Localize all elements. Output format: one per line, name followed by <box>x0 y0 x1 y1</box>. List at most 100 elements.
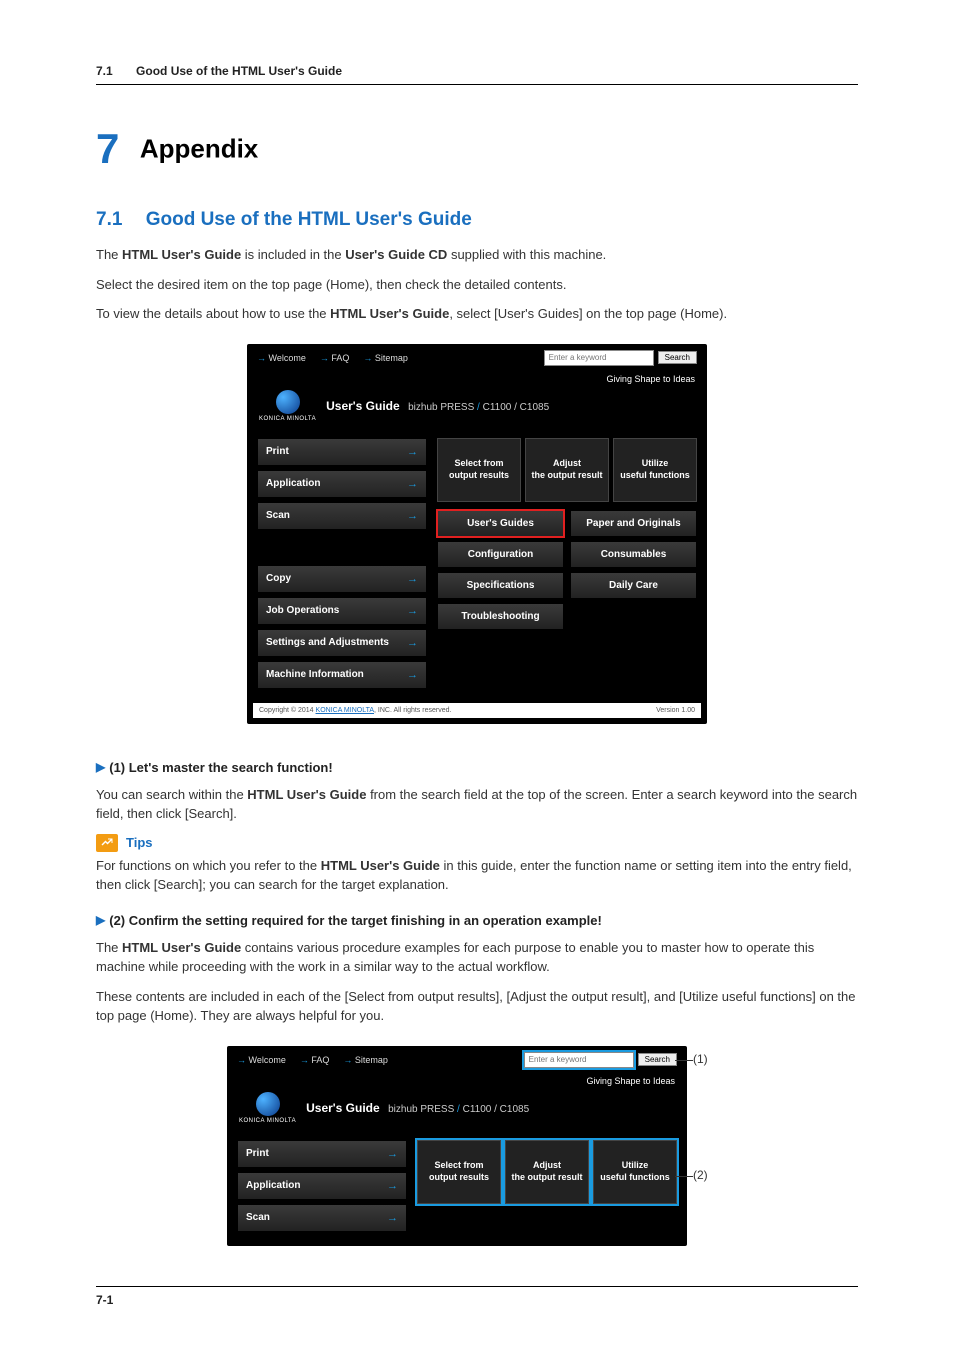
section-heading: 7.1 Good Use of the HTML User's Guide <box>96 209 858 231</box>
header-section-title: Good Use of the HTML User's Guide <box>136 64 342 78</box>
tips-paragraph: For functions on which you refer to the … <box>96 856 858 895</box>
shot-top-bar: Welcome FAQ Sitemap Search <box>247 344 707 372</box>
triangle-bullet-icon: ▶ <box>96 760 105 774</box>
link-sitemap[interactable]: Sitemap <box>363 353 408 363</box>
top-links: Welcome FAQ Sitemap <box>257 353 408 363</box>
link-sitemap[interactable]: Sitemap <box>343 1055 388 1065</box>
search-input[interactable] <box>524 1052 634 1068</box>
feature-select-from[interactable]: Select from output results <box>417 1140 501 1204</box>
arrow-right-icon: → <box>407 669 418 681</box>
guide-title: User's Guide bizhub PRESS / C1100 / C108… <box>306 1099 529 1117</box>
guide-title: User's Guide bizhub PRESS / C1100 / C108… <box>326 397 549 415</box>
btn-configuration[interactable]: Configuration <box>437 541 564 568</box>
km-logo: KONICA MINOLTA <box>239 1092 296 1124</box>
side-print[interactable]: Print→ <box>257 438 427 466</box>
copyright-link[interactable]: KONICA MINOLTA <box>316 707 374 714</box>
arrow-right-icon: → <box>387 1180 398 1192</box>
sub1-heading: ▶ (1) Let's master the search function! <box>96 760 858 775</box>
btn-users-guides[interactable]: User's Guides <box>437 510 564 537</box>
callout-1: (1) <box>693 1052 708 1066</box>
side-scan[interactable]: Scan→ <box>257 502 427 530</box>
tips-block: Tips <box>96 834 858 852</box>
side-job-operations[interactable]: Job Operations→ <box>257 597 427 625</box>
page-footer: 7-1 <box>96 1286 858 1307</box>
km-logo-text: KONICA MINOLTA <box>259 416 316 422</box>
triangle-bullet-icon: ▶ <box>96 913 105 927</box>
section-number: 7.1 <box>96 209 122 230</box>
arrow-right-icon: → <box>387 1212 398 1224</box>
side-machine-info[interactable]: Machine Information→ <box>257 661 427 689</box>
search-input[interactable] <box>544 350 654 366</box>
logo-row: KONICA MINOLTA User's Guide bizhub PRESS… <box>227 1086 687 1136</box>
search-button[interactable]: Search <box>658 351 697 364</box>
callout-2: (2) <box>693 1168 708 1182</box>
btn-troubleshooting[interactable]: Troubleshooting <box>437 603 564 630</box>
search-button[interactable]: Search <box>638 1053 677 1066</box>
feature-select-from[interactable]: Select from output results <box>437 438 521 502</box>
tips-label: Tips <box>126 835 153 850</box>
section-title: Good Use of the HTML User's Guide <box>146 209 472 230</box>
arrow-right-icon: → <box>407 605 418 617</box>
chapter-title: 7 Appendix <box>96 125 858 173</box>
chapter-number: 7 <box>96 125 119 172</box>
running-header: 7.1 Good Use of the HTML User's Guide <box>96 64 858 85</box>
chapter-name: Appendix <box>140 134 258 164</box>
shot-top-bar: Welcome FAQ Sitemap Search <box>227 1046 687 1074</box>
tagline: Giving Shape to Ideas <box>247 372 707 384</box>
shot-footer: Copyright © 2014 KONICA MINOLTA, INC. Al… <box>253 703 701 718</box>
grid-buttons: User's Guides Paper and Originals Config… <box>437 510 697 630</box>
link-welcome[interactable]: Welcome <box>257 353 306 363</box>
feature-utilize[interactable]: Utilize useful functions <box>613 438 697 502</box>
feature-row: Select from output results Adjust the ou… <box>437 438 697 502</box>
btn-consumables[interactable]: Consumables <box>570 541 697 568</box>
globe-icon <box>276 390 300 414</box>
side-column: Print→ Application→ Scan→ <box>237 1140 407 1232</box>
side-application[interactable]: Application→ <box>237 1172 407 1200</box>
arrow-right-icon: → <box>407 478 418 490</box>
arrow-right-icon: → <box>407 510 418 522</box>
link-welcome[interactable]: Welcome <box>237 1055 286 1065</box>
shot-body: Print→ Application→ Scan→ Select from ou… <box>227 1136 687 1240</box>
arrow-right-icon: → <box>387 1148 398 1160</box>
screenshot-figure-2: Welcome FAQ Sitemap Search Giving Shape … <box>96 1046 858 1246</box>
search-area-highlighted: Search <box>524 1052 677 1068</box>
arrow-right-icon: → <box>407 637 418 649</box>
search-area: Search <box>544 350 697 366</box>
intro-paragraph-1: The HTML User's Guide is included in the… <box>96 245 858 265</box>
tagline: Giving Shape to Ideas <box>227 1074 687 1086</box>
link-faq[interactable]: FAQ <box>320 353 350 363</box>
arrow-right-icon: → <box>407 446 418 458</box>
feature-utilize[interactable]: Utilize useful functions <box>593 1140 677 1204</box>
header-section-number: 7.1 <box>96 64 113 78</box>
shot-body: Print→ Application→ Scan→ . Copy→ Job Op… <box>247 434 707 697</box>
globe-icon <box>256 1092 280 1116</box>
page: 7.1 Good Use of the HTML User's Guide 7 … <box>0 0 954 1355</box>
btn-daily-care[interactable]: Daily Care <box>570 572 697 599</box>
guide-subtitle: bizhub PRESS / C1100 / C1085 <box>388 1104 529 1115</box>
sub1-paragraph: You can search within the HTML User's Gu… <box>96 785 858 824</box>
intro-paragraph-2: Select the desired item on the top page … <box>96 275 858 295</box>
copyright: Copyright © 2014 KONICA MINOLTA, INC. Al… <box>259 707 451 714</box>
version-label: Version 1.00 <box>656 707 695 714</box>
link-faq[interactable]: FAQ <box>300 1055 330 1065</box>
top-links: Welcome FAQ Sitemap <box>237 1055 388 1065</box>
right-area: Select from output results Adjust the ou… <box>417 1140 677 1232</box>
screenshot-2: Welcome FAQ Sitemap Search Giving Shape … <box>227 1046 687 1246</box>
arrow-right-icon: → <box>407 573 418 585</box>
km-logo-text: KONICA MINOLTA <box>239 1118 296 1124</box>
km-logo: KONICA MINOLTA <box>259 390 316 422</box>
side-application[interactable]: Application→ <box>257 470 427 498</box>
side-copy[interactable]: Copy→ <box>257 565 427 593</box>
side-column: Print→ Application→ Scan→ . Copy→ Job Op… <box>257 438 427 689</box>
feature-adjust[interactable]: Adjust the output result <box>505 1140 589 1204</box>
btn-specifications[interactable]: Specifications <box>437 572 564 599</box>
side-print[interactable]: Print→ <box>237 1140 407 1168</box>
tips-icon <box>96 834 118 852</box>
screenshot-figure-1: Welcome FAQ Sitemap Search Giving Shape … <box>96 344 858 724</box>
guide-subtitle: bizhub PRESS / C1100 / C1085 <box>408 402 549 413</box>
btn-paper-originals[interactable]: Paper and Originals <box>570 510 697 537</box>
side-scan[interactable]: Scan→ <box>237 1204 407 1232</box>
feature-adjust[interactable]: Adjust the output result <box>525 438 609 502</box>
screenshot-1: Welcome FAQ Sitemap Search Giving Shape … <box>247 344 707 724</box>
side-settings[interactable]: Settings and Adjustments→ <box>257 629 427 657</box>
